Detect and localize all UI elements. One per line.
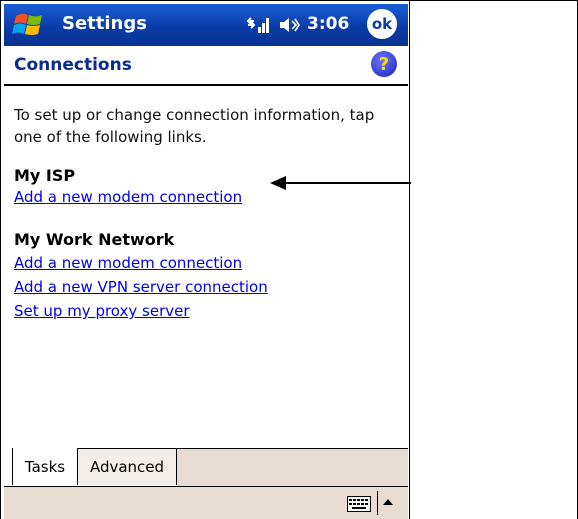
- frame-left-line: [0, 0, 1, 519]
- frame-top-line: [0, 0, 578, 1]
- title-bar: Settings 3:06 ok: [4, 4, 408, 46]
- tab-advanced[interactable]: Advanced: [78, 448, 177, 485]
- windows-flag-icon[interactable]: [12, 10, 48, 40]
- help-icon[interactable]: ?: [371, 51, 397, 77]
- work-add-modem-link[interactable]: Add a new modem connection: [14, 254, 242, 272]
- section-heading-my-isp: My ISP: [14, 166, 76, 185]
- app-title[interactable]: Settings: [62, 13, 147, 34]
- connectivity-icon[interactable]: [246, 15, 270, 35]
- sip-arrow-icon[interactable]: [382, 496, 394, 508]
- tab-strip-filler: [177, 448, 408, 487]
- page-header: Connections ?: [4, 46, 408, 82]
- section-heading-work-network: My Work Network: [14, 230, 175, 249]
- ok-button[interactable]: ok: [367, 9, 397, 39]
- speaker-icon[interactable]: [278, 15, 300, 35]
- frame-divider-line: [409, 0, 410, 519]
- tab-tasks[interactable]: Tasks: [12, 448, 78, 485]
- device-screen: Settings 3:06 ok Connections ? To set up…: [4, 4, 408, 519]
- header-divider: [4, 84, 408, 86]
- clock[interactable]: 3:06: [307, 14, 349, 34]
- isp-add-modem-link[interactable]: Add a new modem connection: [14, 188, 242, 206]
- work-add-vpn-link[interactable]: Add a new VPN server connection: [14, 278, 268, 296]
- page-title: Connections: [14, 55, 132, 75]
- annotation-arrow-icon: [270, 176, 411, 190]
- sip-divider: [377, 491, 378, 515]
- work-proxy-link[interactable]: Set up my proxy server: [14, 302, 190, 320]
- keyboard-icon[interactable]: [347, 496, 371, 512]
- intro-text: To set up or change connection informati…: [14, 106, 375, 146]
- command-bar: [4, 486, 408, 519]
